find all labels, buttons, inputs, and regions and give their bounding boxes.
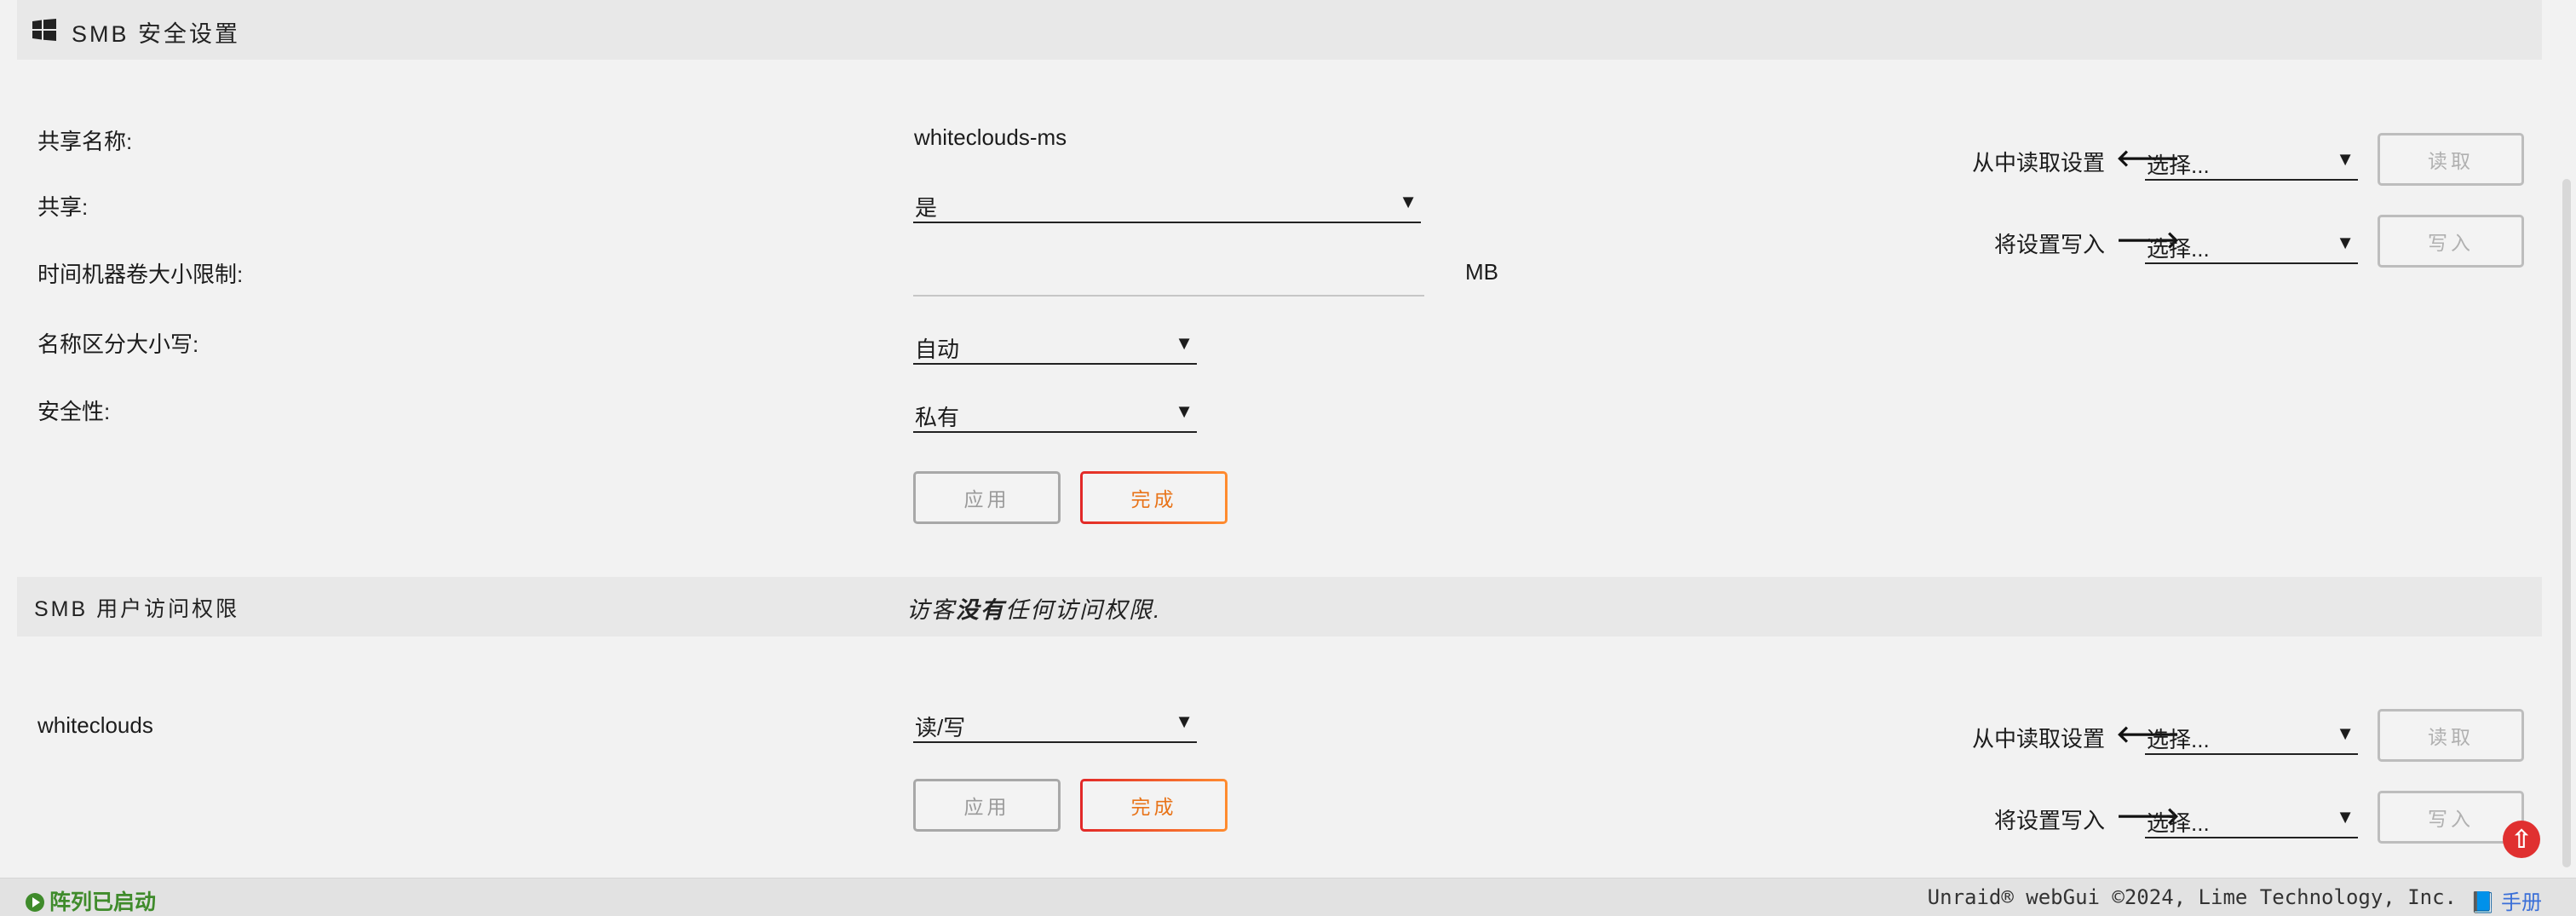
chevron-down-icon: ▼ <box>2336 723 2355 744</box>
apply-button[interactable]: 应用 <box>913 471 1061 524</box>
section-title: SMB 用户访问权限 <box>34 597 240 621</box>
write-to-select-value: 选择... <box>2147 236 2210 262</box>
book-icon: 📘 <box>2470 891 2496 914</box>
share-name-value: whiteclouds-ms <box>914 124 1067 150</box>
user-access-value: 读/写 <box>915 715 966 740</box>
export-label: 共享: <box>37 194 89 220</box>
guest-note-suffix: 任何访问权限. <box>1005 597 1162 623</box>
read-from-label: 从中读取设置 <box>1972 726 2106 752</box>
read-from-select[interactable]: 选择... ▼ <box>2145 716 2358 755</box>
footer: 阵列已启动 Unraid® webGui ©2024, Lime Technol… <box>0 878 2576 916</box>
write-to-select-value: 选择... <box>2147 810 2210 836</box>
write-to-select[interactable]: 选择... ▼ <box>2145 225 2358 264</box>
scrollbar[interactable] <box>2562 179 2571 867</box>
manual-link-text: 手册 <box>2501 891 2542 914</box>
write-button[interactable]: 写入 <box>2378 791 2524 844</box>
guest-note-prefix: 访客 <box>906 597 956 623</box>
write-button[interactable]: 写入 <box>2378 215 2524 268</box>
read-from-select[interactable]: 选择... ▼ <box>2145 141 2358 181</box>
user-access-select[interactable]: 读/写 ▼ <box>913 704 1197 743</box>
case-sensitive-select[interactable]: 自动 ▼ <box>913 325 1197 365</box>
copyright: Unraid® webGui ©2024, Lime Technology, I… <box>1927 885 2457 909</box>
guest-note-bold: 没有 <box>956 597 1005 623</box>
manual-link[interactable]: 📘 手册 <box>2470 885 2542 915</box>
chevron-down-icon: ▼ <box>2336 806 2355 827</box>
case-sensitive-value: 自动 <box>915 337 960 362</box>
smb-user-access-header: SMB 用户访问权限 <box>17 577 2542 637</box>
section-title: SMB 安全设置 <box>72 21 241 47</box>
read-from-label: 从中读取设置 <box>1972 150 2106 176</box>
back-to-top-icon[interactable]: ⇧ <box>2503 821 2540 858</box>
tm-limit-unit: MB <box>1465 259 1498 285</box>
chevron-down-icon: ▼ <box>1399 191 1417 212</box>
read-button[interactable]: 读取 <box>2378 709 2524 762</box>
smb-security-header: SMB 安全设置 <box>17 0 2542 60</box>
read-from-select-value: 选择... <box>2147 727 2210 752</box>
share-name-label: 共享名称: <box>37 129 133 154</box>
windows-icon <box>32 19 56 41</box>
chevron-down-icon: ▼ <box>1175 400 1193 422</box>
read-button[interactable]: 读取 <box>2378 133 2524 186</box>
array-status-text: 阵列已启动 <box>49 890 157 914</box>
export-select[interactable]: 是 ▼ <box>913 184 1421 223</box>
chevron-down-icon: ▼ <box>2336 232 2355 253</box>
security-select[interactable]: 私有 ▼ <box>913 394 1197 433</box>
done-button[interactable]: 完成 <box>1080 471 1228 524</box>
chevron-down-icon: ▼ <box>1175 711 1193 732</box>
guest-access-note: 访客没有任何访问权限. <box>906 591 1162 625</box>
array-status: 阵列已启动 <box>26 885 156 916</box>
tm-limit-label: 时间机器卷大小限制: <box>37 262 244 287</box>
chevron-down-icon: ▼ <box>1175 332 1193 354</box>
security-value: 私有 <box>915 405 960 430</box>
export-select-value: 是 <box>915 195 938 221</box>
user-name-label: whiteclouds <box>37 712 153 738</box>
write-to-label: 将设置写入 <box>1994 232 2106 257</box>
chevron-down-icon: ▼ <box>2336 148 2355 170</box>
tm-limit-input[interactable] <box>913 257 1424 297</box>
write-to-select[interactable]: 选择... ▼ <box>2145 799 2358 838</box>
security-label: 安全性: <box>37 399 111 424</box>
write-to-label: 将设置写入 <box>1994 808 2106 833</box>
play-icon <box>26 893 44 912</box>
apply-button[interactable]: 应用 <box>913 779 1061 832</box>
done-button[interactable]: 完成 <box>1080 779 1228 832</box>
case-sensitive-label: 名称区分大小写: <box>37 331 199 357</box>
read-from-select-value: 选择... <box>2147 153 2210 178</box>
